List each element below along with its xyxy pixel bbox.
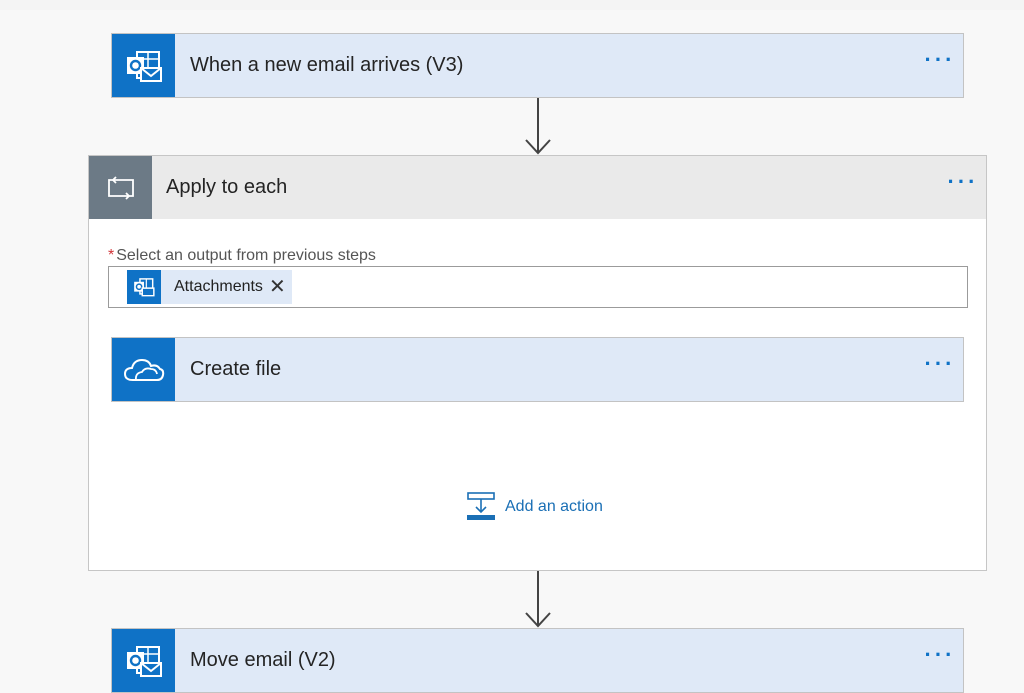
trigger-more-button[interactable]: ··· xyxy=(917,34,963,97)
create-file-card[interactable]: Create file ··· xyxy=(111,337,964,402)
output-field-label-text: Select an output from previous steps xyxy=(116,247,376,264)
token-label: Attachments xyxy=(174,278,263,295)
onedrive-icon xyxy=(112,338,175,401)
connector-arrow-icon xyxy=(525,571,551,628)
trigger-title: When a new email arrives (V3) xyxy=(190,54,464,76)
move-email-card[interactable]: Move email (V2) ··· xyxy=(111,628,964,693)
token-remove-icon[interactable]: ✕ xyxy=(269,277,286,297)
outlook-icon xyxy=(112,34,175,97)
required-marker: * xyxy=(108,247,115,264)
add-an-action-button[interactable]: Add an action xyxy=(466,492,603,522)
outlook-icon xyxy=(112,629,175,692)
add-action-label: Add an action xyxy=(505,498,603,515)
trigger-card[interactable]: When a new email arrives (V3) ··· xyxy=(111,33,964,98)
create-file-title: Create file xyxy=(190,358,282,380)
apply-to-each-scope: Apply to each ··· * Select an output from… xyxy=(88,155,987,571)
apply-to-each-more-button[interactable]: ··· xyxy=(940,156,986,219)
apply-to-each-header[interactable]: Apply to each ··· xyxy=(89,156,986,219)
move-email-more-button[interactable]: ··· xyxy=(917,629,963,692)
add-action-icon xyxy=(467,492,495,520)
connector-arrow-icon xyxy=(525,98,551,155)
loop-icon xyxy=(89,156,152,219)
apply-to-each-title: Apply to each xyxy=(166,176,288,198)
output-field-label: * Select an output from previous steps xyxy=(108,247,376,265)
attachments-token[interactable]: Attachments ✕ xyxy=(127,270,292,304)
create-file-more-button[interactable]: ··· xyxy=(917,338,963,401)
move-email-title: Move email (V2) xyxy=(190,649,336,671)
outlook-icon xyxy=(127,270,161,304)
output-token-input[interactable]: Attachments ✕ xyxy=(108,266,968,308)
top-strip xyxy=(0,0,1024,10)
